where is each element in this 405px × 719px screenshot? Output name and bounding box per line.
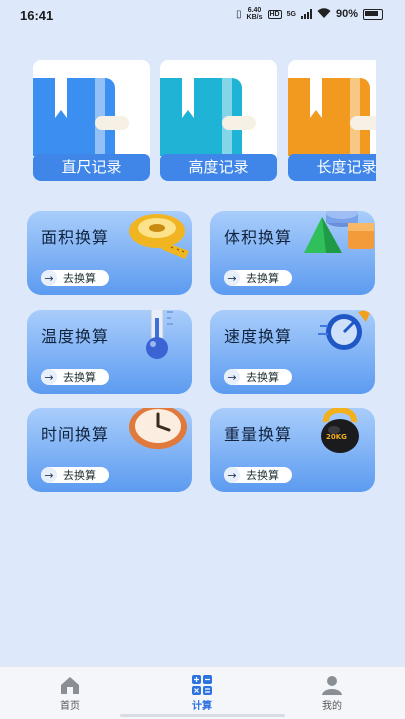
clock-icon [127, 408, 189, 456]
home-indicator [120, 714, 285, 717]
home-icon [59, 675, 81, 695]
go-convert-button[interactable]: → 去换算 [41, 369, 109, 385]
speed-compass-icon [314, 310, 375, 362]
kettlebell-label: 20KG [326, 433, 347, 441]
go-convert-button[interactable]: → 去换算 [224, 467, 292, 483]
battery-icon [363, 8, 383, 20]
nav-home[interactable]: 首页 [40, 675, 100, 712]
go-convert-button[interactable]: → 去换算 [41, 270, 109, 286]
go-convert-button[interactable]: → 去换算 [41, 467, 109, 483]
record-cards-scroller[interactable]: 直尺记录 高度记录 长度记录 [0, 60, 376, 184]
shapes-3d-icon [302, 211, 375, 261]
calculator-icon [191, 675, 213, 695]
status-time: 16:41 [20, 8, 54, 23]
battery-percent: 90% [335, 8, 358, 20]
time-converter-card[interactable]: 时间换算 → 去换算 [27, 408, 192, 492]
speed-converter-card[interactable]: 速度换算 → 去换算 [210, 310, 375, 394]
tape-measure-icon [127, 211, 192, 265]
nav-calc-label: 计算 [192, 701, 212, 712]
card-title: 体积换算 [224, 228, 293, 247]
arrow-right-icon: → [41, 369, 57, 385]
arrow-right-icon: → [224, 369, 240, 385]
arrow-right-icon: → [41, 270, 57, 286]
user-icon [321, 675, 343, 695]
go-convert-button[interactable]: → 去换算 [224, 270, 292, 286]
record-card-height[interactable]: 高度记录 [160, 60, 277, 181]
status-bar: 16:41 ▯ 6.40 KB/s HD 5G 90% [0, 0, 405, 32]
nav-mine[interactable]: 我的 [302, 675, 362, 712]
net-speed: 6.40 KB/s [246, 7, 263, 21]
arrow-right-icon: → [224, 467, 240, 483]
network-label: 5G [286, 10, 296, 18]
nav-mine-label: 我的 [322, 701, 342, 712]
record-card-ruler[interactable]: 直尺记录 [33, 60, 150, 181]
card-title: 温度换算 [41, 327, 110, 346]
weight-converter-card[interactable]: 重量换算 20KG → 去换算 [210, 408, 375, 492]
card-title: 速度换算 [224, 327, 293, 346]
card-title: 面积换算 [41, 228, 110, 247]
thermometer-icon [131, 310, 187, 366]
card-title: 重量换算 [224, 425, 293, 444]
nav-calc[interactable]: 计算 [172, 675, 232, 712]
signal-icon [300, 9, 312, 19]
go-convert-button[interactable]: → 去换算 [224, 369, 292, 385]
hd-icon: HD [267, 9, 282, 19]
card-title: 时间换算 [41, 425, 110, 444]
temperature-converter-card[interactable]: 温度换算 → 去换算 [27, 310, 192, 394]
kettlebell-icon: 20KG [314, 408, 366, 460]
status-icons: ▯ 6.40 KB/s HD 5G 90% [236, 7, 383, 21]
area-converter-card[interactable]: 面积换算 → 去换算 [27, 211, 192, 295]
arrow-right-icon: → [224, 270, 240, 286]
record-card-length[interactable]: 长度记录 [288, 60, 376, 181]
wifi-icon [317, 7, 331, 21]
bottom-nav: 首页 计算 我的 [0, 666, 405, 719]
record-card-label: 长度记录 [288, 154, 376, 181]
volume-converter-card[interactable]: 体积换算 → 去换算 [210, 211, 375, 295]
record-card-label: 直尺记录 [33, 154, 150, 181]
record-card-label: 高度记录 [160, 154, 277, 181]
nav-home-label: 首页 [60, 701, 80, 712]
arrow-right-icon: → [41, 467, 57, 483]
vibrate-icon: ▯ [236, 8, 242, 20]
